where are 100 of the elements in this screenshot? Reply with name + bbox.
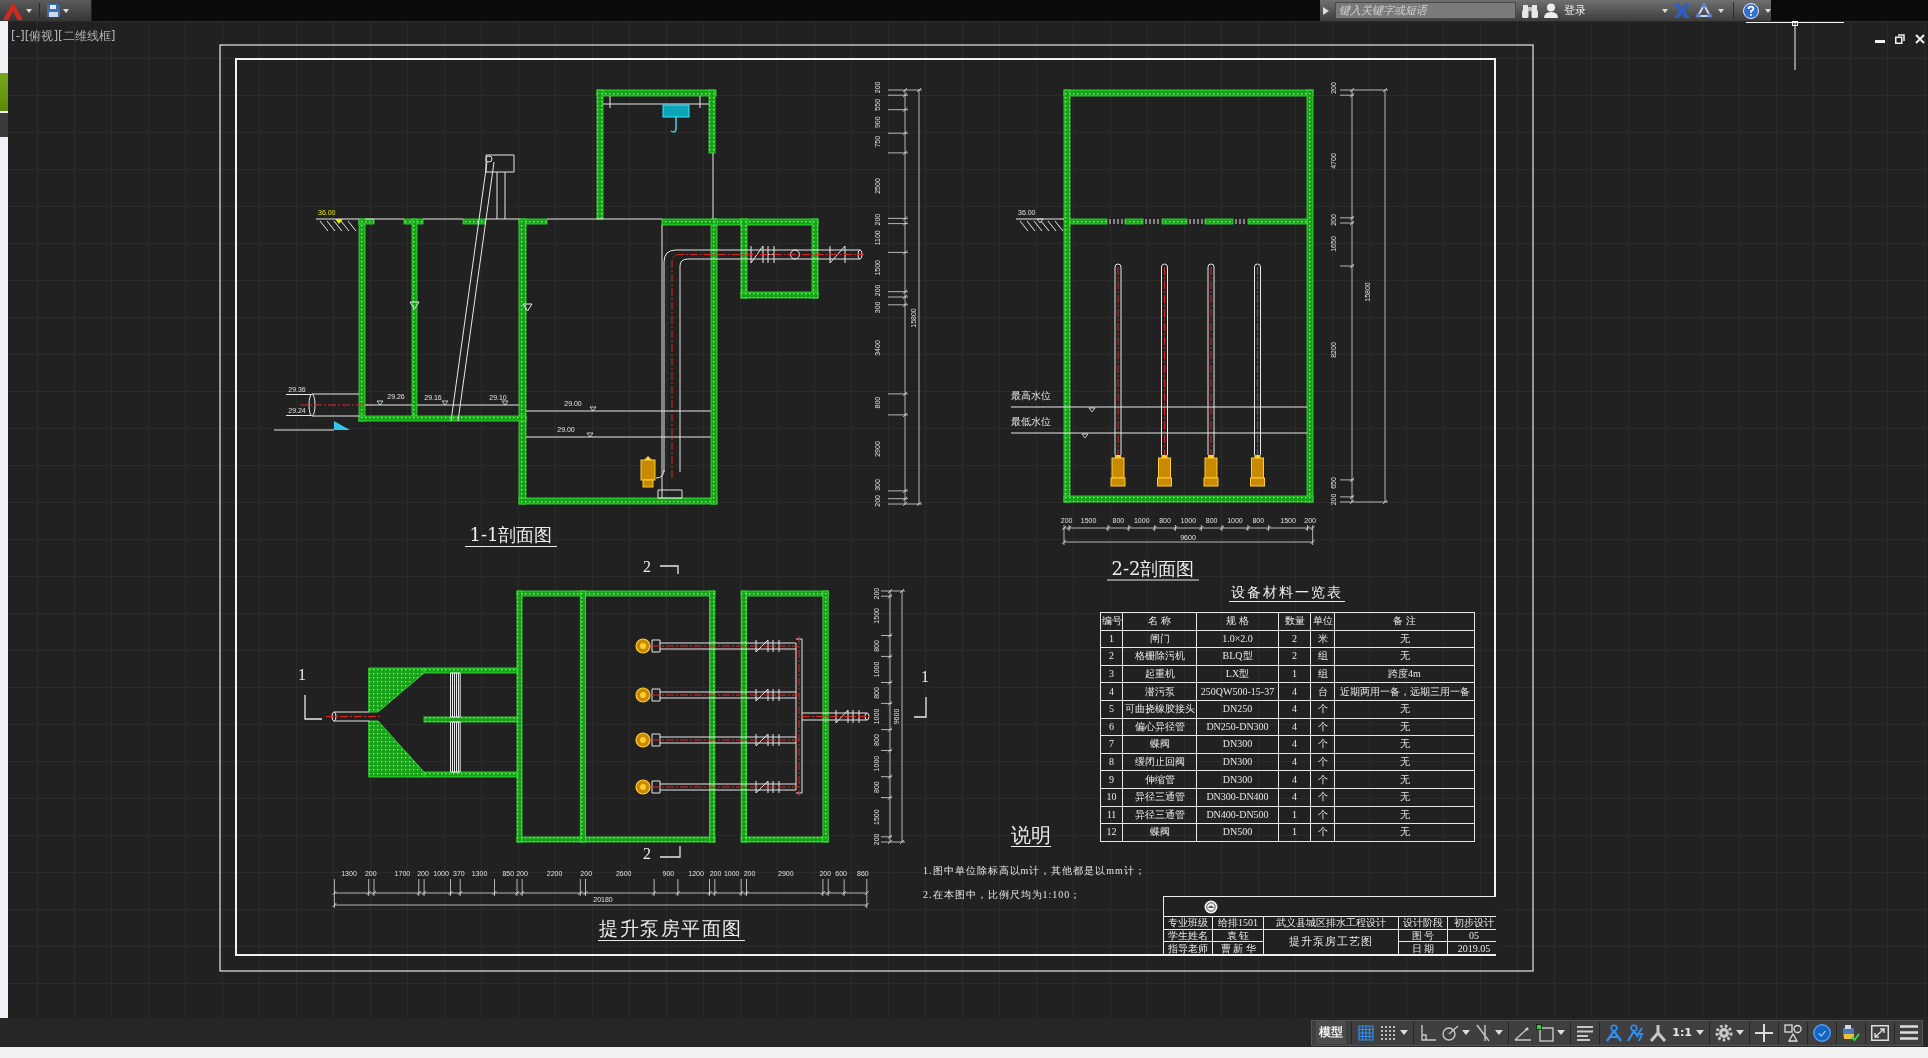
table-cell: 1.0×2.0 (1196, 630, 1279, 648)
square-icon[interactable] (1536, 1023, 1555, 1042)
elevation-mark-icon (1081, 433, 1089, 439)
table-cell: 伸缩管 (1122, 770, 1197, 789)
table-cell: 4 (1278, 753, 1311, 771)
table-cell: DN300 (1196, 770, 1279, 789)
field-label: 指导老师 (1164, 942, 1212, 954)
save-icon[interactable] (47, 4, 60, 17)
circle-check-icon[interactable] (1813, 1023, 1831, 1042)
table-cell: 蝶阀 (1122, 735, 1197, 754)
notes-title: 说明 (1011, 824, 1051, 847)
caret-icon[interactable] (1495, 1030, 1504, 1035)
shapes-icon[interactable] (1784, 1023, 1802, 1042)
caret-icon[interactable] (1736, 1030, 1744, 1035)
caret-icon[interactable] (1765, 8, 1771, 13)
column-header: 规 格 (1196, 612, 1279, 631)
field-value: 给排1501 (1213, 917, 1263, 929)
card-check-icon[interactable] (1842, 1023, 1860, 1042)
user-icon[interactable] (1544, 3, 1558, 18)
caret-icon[interactable] (1557, 1030, 1566, 1035)
table-cell: DN300 (1196, 735, 1279, 754)
table-cell: 无 (1334, 718, 1475, 736)
table-cell: 4 (1100, 682, 1123, 701)
table-cell: 无 (1334, 647, 1475, 666)
sign-in-link[interactable]: 登录 (1564, 3, 1586, 18)
viewport-controls-label[interactable]: [-][俯视][二维线框] (11, 29, 116, 43)
caret-icon[interactable] (1696, 1030, 1704, 1035)
column-header: 单位 (1310, 612, 1335, 631)
grid-icon[interactable] (1357, 1023, 1376, 1042)
table-cell: 可曲挠橡胶接头 (1122, 700, 1197, 719)
table-cell: 无 (1334, 788, 1475, 807)
table-cell: 个 (1310, 700, 1335, 719)
note-text: 2.在本图中，比例尺均为1:100； (923, 889, 1083, 901)
caret-icon[interactable] (1662, 8, 1668, 13)
table-cell: 4 (1278, 788, 1311, 807)
drawing-title: 提升泵房工艺图 (1264, 929, 1398, 954)
annotation-scale-button[interactable]: 1:1 (1671, 1024, 1693, 1041)
annotation-icon[interactable] (1649, 1023, 1668, 1042)
table-cell: 4 (1278, 770, 1311, 789)
caret-icon[interactable] (1462, 1030, 1471, 1035)
pump-icon (635, 638, 651, 654)
triangle-nodes-icon[interactable] (1696, 3, 1712, 18)
polar-circle-icon[interactable] (1441, 1023, 1460, 1042)
close-icon[interactable] (1915, 34, 1925, 44)
section-mark-label: 2 (643, 558, 651, 575)
table-cell: 1 (1278, 823, 1311, 842)
table-cell: DN500 (1196, 823, 1279, 842)
caret-icon[interactable] (1400, 1030, 1409, 1035)
view-title: 2-2剖面图 (1111, 558, 1195, 579)
emblem-icon (1204, 899, 1218, 914)
arrow-right-icon[interactable] (1323, 6, 1329, 15)
dot-grid-icon[interactable] (1379, 1023, 1398, 1042)
fullscreen-icon[interactable] (1871, 1024, 1889, 1041)
field-label: 设计阶段 (1399, 917, 1447, 929)
pump-icon (1203, 455, 1219, 487)
lines-icon[interactable] (1576, 1023, 1595, 1042)
annotation-icon[interactable] (1605, 1023, 1624, 1042)
table-cell: 异径三通管 (1122, 806, 1197, 824)
field-value: 曹 新 华 (1213, 942, 1263, 954)
help-icon[interactable] (1743, 2, 1759, 19)
table-cell: 组 (1310, 665, 1335, 683)
table-cell: 偏心异径管 (1122, 718, 1197, 736)
pump-icon (635, 687, 651, 703)
table-cell: 个 (1310, 718, 1335, 736)
crosshair-cursor-icon (1745, 21, 1845, 71)
restore-icon[interactable] (1895, 34, 1905, 44)
table-cell: 潜污泵 (1122, 682, 1197, 701)
annotation-lightning-icon[interactable] (1627, 1023, 1646, 1042)
field-label: 图 号 (1399, 929, 1447, 942)
settings-icon[interactable] (1715, 1023, 1733, 1042)
leader-line (285, 415, 312, 416)
table-cell: 无 (1334, 735, 1475, 754)
table-cell: 1 (1278, 665, 1311, 683)
table-cell: 米 (1310, 630, 1335, 648)
pump-icon (635, 779, 651, 795)
table-cell: 6 (1100, 718, 1123, 736)
plus-icon[interactable] (1755, 1023, 1773, 1042)
elevation-mark-icon (441, 400, 449, 406)
field-label: 学生姓名 (1164, 929, 1212, 942)
model-tab[interactable]: 模型 (1316, 1021, 1347, 1044)
right-angle-icon[interactable] (1419, 1023, 1438, 1042)
pump-icon (1110, 455, 1126, 487)
elevation-mark-icon (586, 432, 594, 438)
field-value: 2019.05 (1448, 942, 1500, 954)
field-label: 专业班级 (1164, 917, 1212, 929)
menu-icon[interactable] (1900, 1025, 1918, 1040)
table-cell: 个 (1310, 788, 1335, 807)
table-cell: 个 (1310, 735, 1335, 754)
table-cell: DN400-DN500 (1196, 806, 1279, 824)
caret-icon[interactable] (63, 8, 69, 13)
elevation-mark-icon (589, 406, 597, 412)
binoculars-icon[interactable] (1522, 3, 1538, 18)
table-cell: LX型 (1196, 665, 1279, 683)
caret-icon[interactable] (26, 8, 32, 13)
table-cell: 4 (1278, 700, 1311, 719)
water-level-label: 最低水位 (1011, 416, 1051, 427)
elevation-mark-icon (376, 400, 384, 406)
search-field[interactable]: 键入关键字或短语 (1335, 2, 1516, 19)
table-cell: 格栅除污机 (1122, 647, 1197, 666)
caret-icon[interactable] (1718, 8, 1724, 13)
